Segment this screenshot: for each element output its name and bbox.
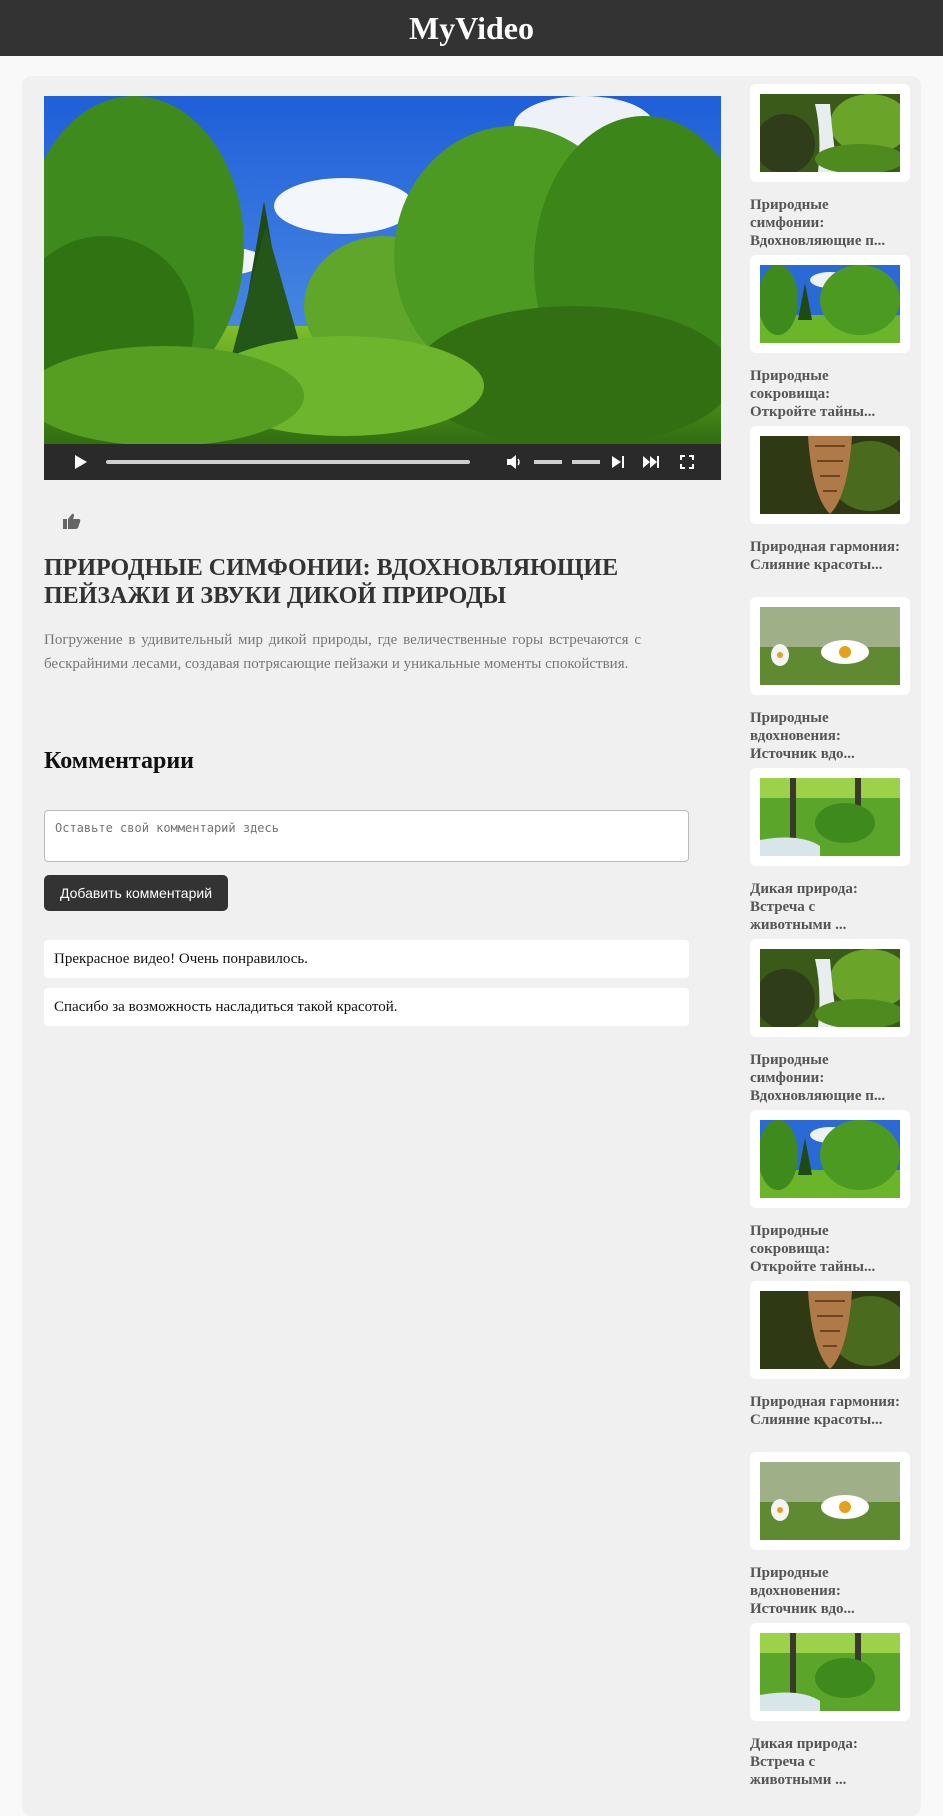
sidebar-thumbnail-card[interactable] bbox=[750, 84, 910, 182]
player-controls bbox=[44, 444, 721, 480]
sidebar-thumbnail-card[interactable] bbox=[750, 1623, 910, 1721]
sidebar-video-title[interactable]: Природные вдохновения: Источник вдо... bbox=[750, 709, 900, 763]
sidebar-thumbnail-card[interactable] bbox=[750, 255, 910, 353]
main-panel: ПРИРОДНЫЕ СИМФОНИИ: ВДОХНОВЛЯЮЩИЕ ПЕЙЗАЖ… bbox=[22, 76, 921, 1816]
thumbnail-daisy bbox=[760, 1462, 900, 1540]
thumbnail-pinecone bbox=[760, 436, 900, 514]
like-button[interactable] bbox=[60, 508, 88, 536]
sidebar-video-title[interactable]: Природные сокровища: Откройте тайны... bbox=[750, 367, 900, 421]
sidebar-video-title[interactable]: Природная гармония: Слияние красоты... bbox=[750, 538, 900, 574]
comment-input[interactable] bbox=[44, 810, 689, 862]
comment-item: Спасибо за возможность насладиться такой… bbox=[44, 988, 689, 1026]
sidebar-video-title[interactable]: Дикая природа: Встреча с животными ... bbox=[750, 1735, 900, 1789]
sidebar-thumbnail-card[interactable] bbox=[750, 426, 910, 524]
add-comment-button[interactable]: Добавить комментарий bbox=[44, 875, 228, 911]
volume-track[interactable] bbox=[572, 460, 600, 464]
sidebar-thumbnail-card[interactable] bbox=[750, 1110, 910, 1208]
sidebar-video-title[interactable]: Природные симфонии: Вдохновляющие п... bbox=[750, 1051, 900, 1105]
fullscreen-icon[interactable] bbox=[674, 444, 700, 480]
sidebar-video-title[interactable]: Дикая природа: Встреча с животными ... bbox=[750, 880, 900, 934]
thumbnail-forest bbox=[760, 265, 900, 343]
comment-item: Прекрасное видео! Очень понравилось. bbox=[44, 940, 689, 978]
volume-icon[interactable] bbox=[502, 444, 526, 480]
thumbnail-waterfall bbox=[760, 949, 900, 1027]
thumbnail-stream bbox=[760, 1633, 900, 1711]
sidebar-video-title[interactable]: Природные вдохновения: Источник вдо... bbox=[750, 1564, 900, 1618]
volume-slider[interactable] bbox=[534, 460, 562, 464]
video-title: ПРИРОДНЫЕ СИМФОНИИ: ВДОХНОВЛЯЮЩИЕ ПЕЙЗАЖ… bbox=[44, 555, 619, 609]
video-frame[interactable] bbox=[44, 96, 721, 444]
next-icon[interactable] bbox=[606, 444, 630, 480]
sidebar-thumbnail-card[interactable] bbox=[750, 1452, 910, 1550]
video-player[interactable] bbox=[44, 96, 721, 480]
sidebar-thumbnail-card[interactable] bbox=[750, 597, 910, 695]
top-bar: MyVideo bbox=[0, 0, 943, 56]
sidebar-video-title[interactable]: Природные сокровища: Откройте тайны... bbox=[750, 1222, 900, 1276]
thumbnail-forest bbox=[760, 1120, 900, 1198]
thumbs-up-icon bbox=[63, 513, 81, 529]
thumbnail-waterfall bbox=[760, 94, 900, 172]
play-icon[interactable] bbox=[68, 444, 94, 480]
sidebar-video-title[interactable]: Природная гармония: Слияние красоты... bbox=[750, 1393, 900, 1429]
sidebar-thumbnail-card[interactable] bbox=[750, 1281, 910, 1379]
sidebar-video-title[interactable]: Природные симфонии: Вдохновляющие п... bbox=[750, 196, 900, 250]
thumbnail-daisy bbox=[760, 607, 900, 685]
video-description: Погружение в удивительный мир дикой прир… bbox=[44, 632, 641, 672]
sidebar-thumbnail-card[interactable] bbox=[750, 939, 910, 1037]
site-logo[interactable]: MyVideo bbox=[409, 10, 534, 47]
progress-bar[interactable] bbox=[106, 460, 470, 464]
comments-heading: Комментарии bbox=[44, 748, 195, 774]
skip-forward-icon[interactable] bbox=[638, 444, 664, 480]
sidebar-thumbnail-card[interactable] bbox=[750, 768, 910, 866]
thumbnail-pinecone bbox=[760, 1291, 900, 1369]
thumbnail-stream bbox=[760, 778, 900, 856]
